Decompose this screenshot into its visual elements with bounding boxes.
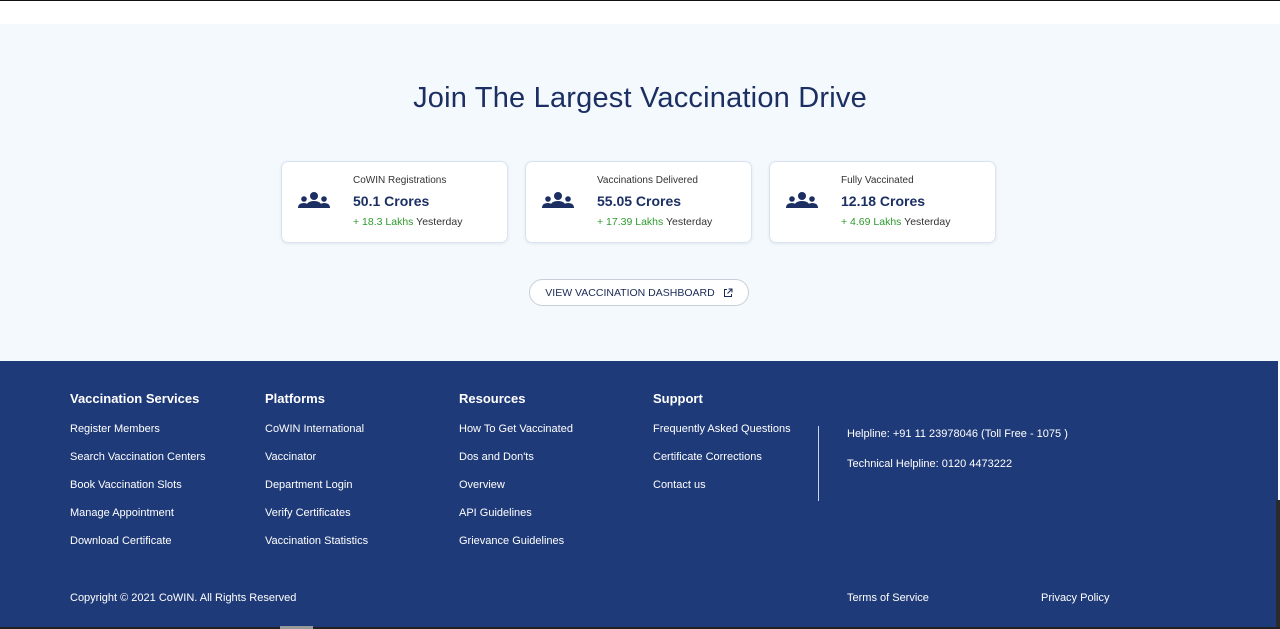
footer-link-contact-us[interactable]: Contact us [653,478,791,506]
stat-delta-value: + 17.39 Lakhs [597,216,664,228]
footer-column-vaccination-services: Vaccination Services Register Members Se… [70,391,206,562]
footer-link-search-centers[interactable]: Search Vaccination Centers [70,450,206,478]
technical-helpline-text: Technical Helpline: 0120 4473222 [847,458,1013,470]
stat-delta: + 17.39 Lakhs Yesterday [597,216,712,228]
stat-value: 55.05 Crores [597,193,682,209]
view-dashboard-label: VIEW VACCINATION DASHBOARD [545,286,715,299]
footer-link-grievance-guidelines[interactable]: Grievance Guidelines [459,534,573,562]
view-dashboard-button[interactable]: VIEW VACCINATION DASHBOARD [529,279,749,306]
footer-link-vaccinator[interactable]: Vaccinator [265,450,368,478]
footer-column-resources: Resources How To Get Vaccinated Dos and … [459,391,573,562]
stat-label: CoWIN Registrations [353,175,447,186]
footer-column-title: Support [653,391,703,406]
copyright-text: Copyright © 2021 CoWIN. All Rights Reser… [70,592,297,604]
footer-column-title: Vaccination Services [70,391,200,406]
stat-delta: + 4.69 Lakhs Yesterday [841,216,950,228]
hero-title: Join The Largest Vaccination Drive [413,82,867,114]
stat-delta-value: + 4.69 Lakhs [841,216,902,228]
footer-link-faq[interactable]: Frequently Asked Questions [653,422,791,450]
stat-delta-suffix: Yesterday [901,216,951,228]
footer-link-certificate-corrections[interactable]: Certificate Corrections [653,450,791,478]
terms-of-service-link[interactable]: Terms of Service [847,592,929,604]
privacy-policy-link[interactable]: Privacy Policy [1041,592,1109,604]
stat-value: 12.18 Crores [841,193,926,209]
footer-link-cowin-international[interactable]: CoWIN International [265,422,368,450]
top-strip [0,0,1280,24]
footer-column-platforms: Platforms CoWIN International Vaccinator… [265,391,368,562]
footer-link-api-guidelines[interactable]: API Guidelines [459,506,573,534]
stat-delta: + 18.3 Lakhs Yesterday [353,216,462,228]
stat-delta-value: + 18.3 Lakhs [353,216,414,228]
site-footer: Vaccination Services Register Members Se… [0,361,1278,627]
stat-card-registrations: CoWIN Registrations 50.1 Crores + 18.3 L… [281,161,508,243]
stat-delta-suffix: Yesterday [663,216,713,228]
footer-column-title: Platforms [265,391,325,406]
support-divider [818,426,819,501]
scrollbar-track[interactable] [1276,500,1280,627]
footer-link-verify-certificates[interactable]: Verify Certificates [265,506,368,534]
footer-link-dos-and-donts[interactable]: Dos and Don'ts [459,450,573,478]
helpline-text: Helpline: +91 11 23978046 (Toll Free - 1… [847,428,1068,440]
footer-link-manage-appointment[interactable]: Manage Appointment [70,506,206,534]
footer-column-title: Resources [459,391,526,406]
stat-value: 50.1 Crores [353,193,430,209]
support-contact-info: Helpline: +91 11 23978046 (Toll Free - 1… [847,428,1068,488]
stat-delta-suffix: Yesterday [413,216,463,228]
stat-label: Fully Vaccinated [841,175,914,186]
footer-link-overview[interactable]: Overview [459,478,573,506]
footer-link-book-slots[interactable]: Book Vaccination Slots [70,478,206,506]
footer-link-download-certificate[interactable]: Download Certificate [70,534,206,562]
footer-link-department-login[interactable]: Department Login [265,478,368,506]
footer-link-vaccination-statistics[interactable]: Vaccination Statistics [265,534,368,562]
people-group-icon [298,192,330,208]
people-group-icon [542,192,574,208]
footer-link-register-members[interactable]: Register Members [70,422,206,450]
footer-link-how-to-get-vaccinated[interactable]: How To Get Vaccinated [459,422,573,450]
people-group-icon [786,192,818,208]
stat-card-vaccinations: Vaccinations Delivered 55.05 Crores + 17… [525,161,752,243]
hero-section: Join The Largest Vaccination Drive CoWIN… [0,24,1280,361]
stat-label: Vaccinations Delivered [597,175,698,186]
external-link-icon [723,288,733,297]
stat-card-fully-vaccinated: Fully Vaccinated 12.18 Crores + 4.69 Lak… [769,161,996,243]
footer-column-support: Support Frequently Asked Questions Certi… [653,391,791,506]
